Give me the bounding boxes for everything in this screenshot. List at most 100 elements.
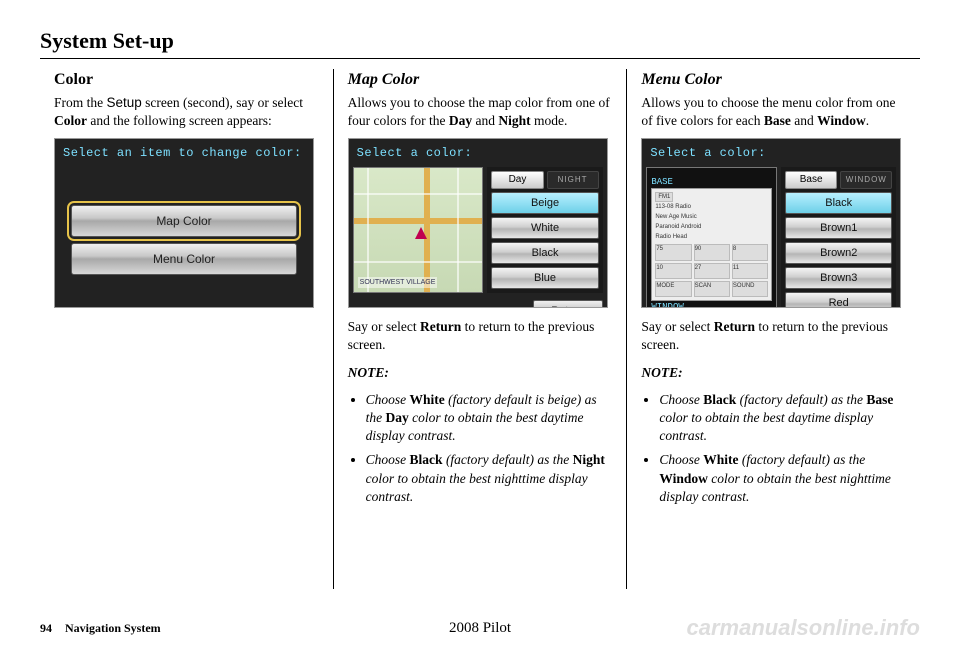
footer-center: 2008 Pilot (449, 620, 511, 637)
column-2: Map Color Allows you to choose the map c… (333, 69, 627, 589)
color-option-brown1[interactable]: Brown1 (785, 217, 892, 239)
t: (factory default) as the (443, 452, 573, 467)
col1-intro-mid: screen (second), say or select (142, 95, 303, 110)
tab-base[interactable]: Base (785, 171, 837, 189)
t: 10 (655, 263, 691, 279)
t: Black (703, 392, 736, 407)
t: Black (410, 452, 443, 467)
fig2-return-row: Return (349, 297, 607, 308)
color-option-blue[interactable]: Blue (491, 267, 598, 289)
audio-presets: 75 90 8 (655, 244, 768, 260)
day-night-tabs: Day NIGHT (491, 171, 598, 189)
map-street (354, 193, 483, 195)
color-option-brown3[interactable]: Brown3 (785, 267, 892, 289)
col3-note-label: NOTE: (641, 364, 906, 382)
col2-note-label: NOTE: (348, 364, 613, 382)
t: New Age Music (655, 213, 696, 221)
col2-day: Day (449, 113, 472, 128)
footer: 94 Navigation System 2008 Pilot carmanua… (40, 615, 920, 641)
col3-intro-b: and (791, 113, 817, 128)
t: Day (386, 410, 409, 425)
t: SCAN (694, 281, 730, 297)
col3-return-text: Say or select Return to return to the pr… (641, 318, 906, 354)
t: Night (573, 452, 605, 467)
map-street (457, 168, 459, 292)
col3-base: Base (764, 113, 791, 128)
menu-preview: BASE WINDOW FM1 113-08 Radio New Age Mus… (646, 167, 777, 308)
fig1-body: Map Color Menu Color (55, 175, 313, 307)
t: (factory default) as the (736, 392, 866, 407)
audio-row: Paranoid Android (655, 222, 768, 232)
col1-setup-word: Setup (107, 95, 142, 110)
audio-row: FM1 (655, 192, 768, 202)
fig1-header: Select an item to change color: (55, 139, 313, 167)
col1-color-word: Color (54, 113, 87, 128)
map-color-button[interactable]: Map Color (71, 205, 297, 237)
t: Choose (659, 392, 703, 407)
t: White (703, 452, 738, 467)
footer-section: Navigation System (65, 621, 161, 635)
page-number: 94 (40, 621, 52, 635)
col3-window: Window (817, 113, 866, 128)
map-street (354, 261, 483, 263)
color-option-brown2[interactable]: Brown2 (785, 242, 892, 264)
col1-intro: From the Setup screen (second), say or s… (54, 94, 319, 130)
col2-night: Night (498, 113, 530, 128)
t: MODE (655, 281, 691, 297)
columns: Color From the Setup screen (second), sa… (40, 69, 920, 589)
figure-menu-color: Select a color: BASE WINDOW FM1 113-08 R… (641, 138, 901, 308)
col3-ret-a: Say or select (641, 319, 713, 334)
t: 27 (694, 263, 730, 279)
col2-ret-word: Return (420, 319, 461, 334)
map-road-h (354, 218, 483, 224)
t: color to obtain the best nighttime displ… (366, 471, 588, 504)
col3-note-2: Choose White (factory default) as the Wi… (659, 451, 906, 506)
t: SOUND (732, 281, 768, 297)
tab-window[interactable]: WINDOW (840, 171, 892, 189)
map-color-panel: Day NIGHT Beige White Black Blue (487, 167, 602, 293)
menu-color-panel: Base WINDOW Black Brown1 Brown2 Brown3 R… (781, 167, 896, 308)
return-button[interactable]: Return (533, 300, 603, 308)
map-street (367, 168, 369, 292)
color-option-white[interactable]: White (491, 217, 598, 239)
footer-left: 94 Navigation System (40, 621, 161, 636)
t: color to obtain the best daytime display… (659, 410, 873, 443)
col2-return-text: Say or select Return to return to the pr… (348, 318, 613, 354)
t: Radio Head (655, 233, 687, 241)
audio-row: 113-08 Radio (655, 202, 768, 212)
color-option-black[interactable]: Black (785, 192, 892, 214)
column-1: Color From the Setup screen (second), sa… (40, 69, 333, 589)
menu-color-button[interactable]: Menu Color (71, 243, 297, 275)
title-rule (40, 58, 920, 59)
audio-footer: MODE SCAN SOUND (655, 281, 768, 297)
page-title: System Set-up (40, 28, 920, 54)
watermark: carmanualsonline.info (687, 615, 921, 641)
column-3: Menu Color Allows you to choose the menu… (626, 69, 920, 589)
figure-map-color: Select a color: SOUTHWEST VILLAGE Day NI… (348, 138, 608, 308)
t: Base (866, 392, 893, 407)
base-window-tabs: Base WINDOW (785, 171, 892, 189)
col2-notes: Choose White (factory default is beige) … (348, 391, 613, 506)
col2-intro: Allows you to choose the map color from … (348, 94, 613, 130)
tab-day[interactable]: Day (491, 171, 543, 189)
col2-ret-a: Say or select (348, 319, 420, 334)
t: Choose (366, 452, 410, 467)
audio-window: FM1 113-08 Radio New Age Music Paranoid … (651, 188, 772, 301)
col3-heading: Menu Color (641, 69, 906, 91)
base-label: BASE (651, 176, 673, 188)
t: 113-08 Radio (655, 203, 691, 211)
color-option-black[interactable]: Black (491, 242, 598, 264)
col2-note-2: Choose Black (factory default) as the Ni… (366, 451, 613, 506)
audio-row: New Age Music (655, 212, 768, 222)
t: 11 (732, 263, 768, 279)
fig2-body: SOUTHWEST VILLAGE Day NIGHT Beige White … (349, 167, 607, 297)
col1-heading: Color (54, 69, 319, 91)
t: (factory default) as the (738, 452, 865, 467)
color-option-beige[interactable]: Beige (491, 192, 598, 214)
map-preview: SOUTHWEST VILLAGE (353, 167, 484, 293)
fig3-body: BASE WINDOW FM1 113-08 Radio New Age Mus… (642, 167, 900, 308)
tab-night[interactable]: NIGHT (547, 171, 599, 189)
color-option-red[interactable]: Red (785, 292, 892, 308)
col3-ret-word: Return (714, 319, 755, 334)
col1-intro-post: and the following screen appears: (87, 113, 272, 128)
